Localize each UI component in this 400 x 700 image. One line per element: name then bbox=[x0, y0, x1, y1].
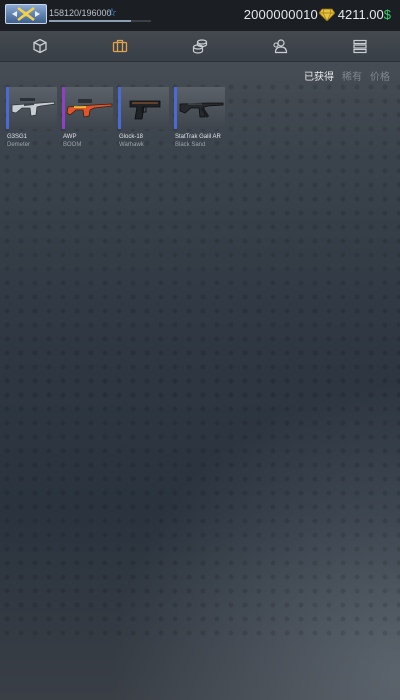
pistol-icon bbox=[129, 100, 161, 120]
inventory-icon bbox=[112, 39, 128, 53]
star-icon: ☆ bbox=[107, 7, 117, 19]
xp-text: 158120/196000 bbox=[49, 8, 112, 18]
item-skin: BOOM bbox=[63, 142, 82, 148]
sniper-rifle-icon bbox=[66, 99, 113, 118]
item-name: StatTrak Galil AR bbox=[175, 134, 221, 140]
sort-price[interactable]: 价格 bbox=[370, 68, 390, 83]
item-thumbnail bbox=[62, 87, 113, 129]
tab-coins[interactable] bbox=[160, 31, 240, 61]
menu-icon bbox=[353, 39, 367, 54]
item-thumbnail bbox=[174, 87, 225, 129]
rifle-icon bbox=[11, 98, 56, 117]
rank-badge-icon[interactable] bbox=[5, 4, 47, 24]
item-name: AWP bbox=[63, 134, 77, 140]
sort-acquired[interactable]: 已获得 bbox=[304, 68, 334, 83]
xp-progress-fill bbox=[49, 20, 132, 22]
cash-amount: 4211.00$ bbox=[338, 7, 391, 22]
cash-value: 4211.00 bbox=[337, 7, 384, 22]
nav-bar bbox=[0, 31, 400, 62]
item-name: G3SG1 bbox=[7, 134, 28, 140]
item-thumbnail bbox=[118, 87, 169, 129]
tab-profile[interactable] bbox=[240, 31, 320, 61]
sort-tabs: 已获得 稀有 价格 bbox=[304, 68, 390, 83]
sort-rarity[interactable]: 稀有 bbox=[342, 68, 362, 83]
xp-progress-bar bbox=[49, 20, 151, 22]
profile-icon bbox=[273, 39, 288, 54]
rifle-icon bbox=[179, 102, 224, 118]
tab-cases[interactable] bbox=[0, 31, 80, 61]
item-skin: Warhawk bbox=[119, 142, 144, 148]
tab-inventory[interactable] bbox=[80, 31, 160, 61]
case-icon bbox=[33, 38, 47, 54]
top-bar: 158120/196000 ☆ 2000000010 4211.00$ bbox=[0, 0, 400, 31]
tab-menu[interactable] bbox=[320, 31, 400, 61]
gem-icon[interactable] bbox=[319, 8, 335, 21]
background-pattern bbox=[0, 80, 400, 640]
dollar-icon: $ bbox=[383, 7, 391, 22]
item-thumbnail bbox=[6, 87, 57, 129]
coins-icon bbox=[192, 39, 208, 54]
gold-amount: 2000000010 bbox=[243, 7, 318, 22]
item-skin: Black Sand bbox=[175, 142, 206, 148]
item-name: Glock-18 bbox=[119, 134, 144, 140]
item-skin: Demeter bbox=[7, 142, 31, 148]
